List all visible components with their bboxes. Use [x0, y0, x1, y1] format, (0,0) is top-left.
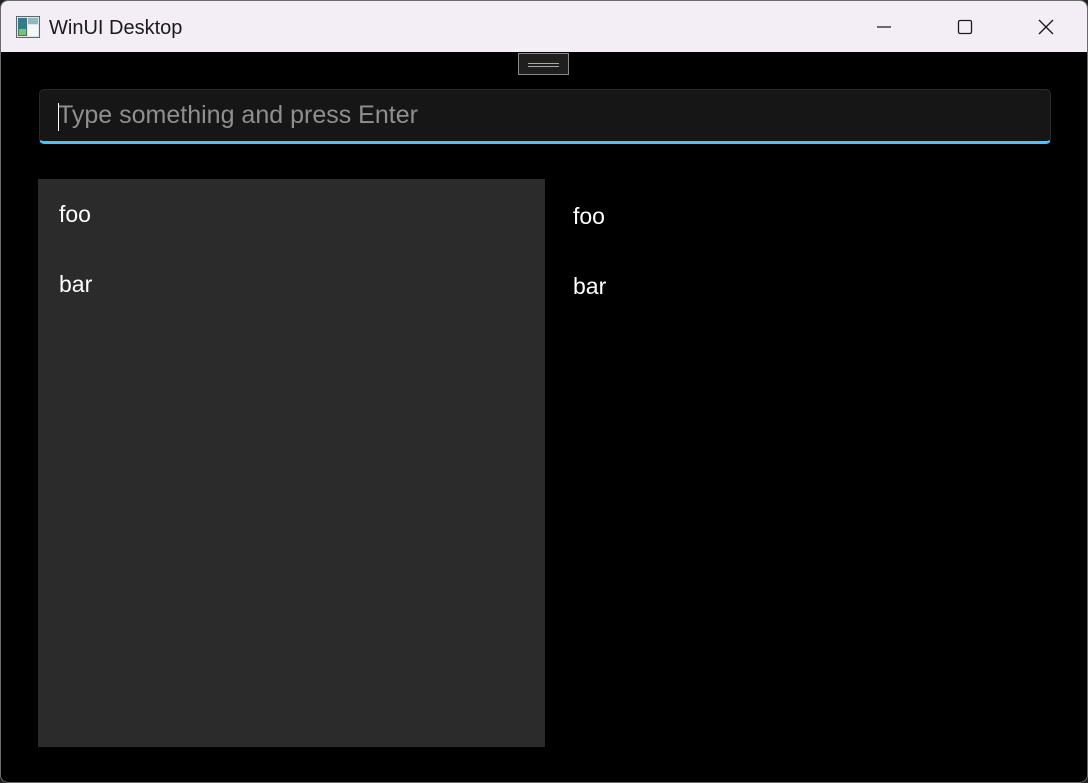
list-item: foo [573, 203, 605, 229]
text-caret [58, 103, 59, 131]
grip-line [528, 66, 559, 67]
minimize-button[interactable] [844, 1, 924, 52]
maximize-button[interactable] [925, 1, 1005, 52]
title-bar[interactable]: WinUI Desktop [1, 1, 1087, 52]
list-item[interactable]: foo [38, 179, 545, 249]
minimize-icon [877, 25, 891, 28]
close-icon [1038, 19, 1054, 34]
maximize-icon [957, 19, 973, 34]
left-list[interactable]: foo bar [38, 179, 545, 747]
text-entry-box[interactable] [39, 89, 1051, 144]
close-button[interactable] [1006, 1, 1086, 52]
text-entry-input[interactable] [40, 90, 1050, 141]
list-item[interactable]: bar [38, 249, 545, 319]
right-list: foo bar [555, 181, 1051, 747]
grip-line [528, 63, 559, 64]
app-window: WinUI Desktop foo bar foo b [0, 0, 1088, 783]
app-icon [16, 16, 40, 38]
drag-handle[interactable] [518, 53, 569, 75]
window-title: WinUI Desktop [49, 17, 183, 39]
list-item: bar [573, 273, 607, 299]
